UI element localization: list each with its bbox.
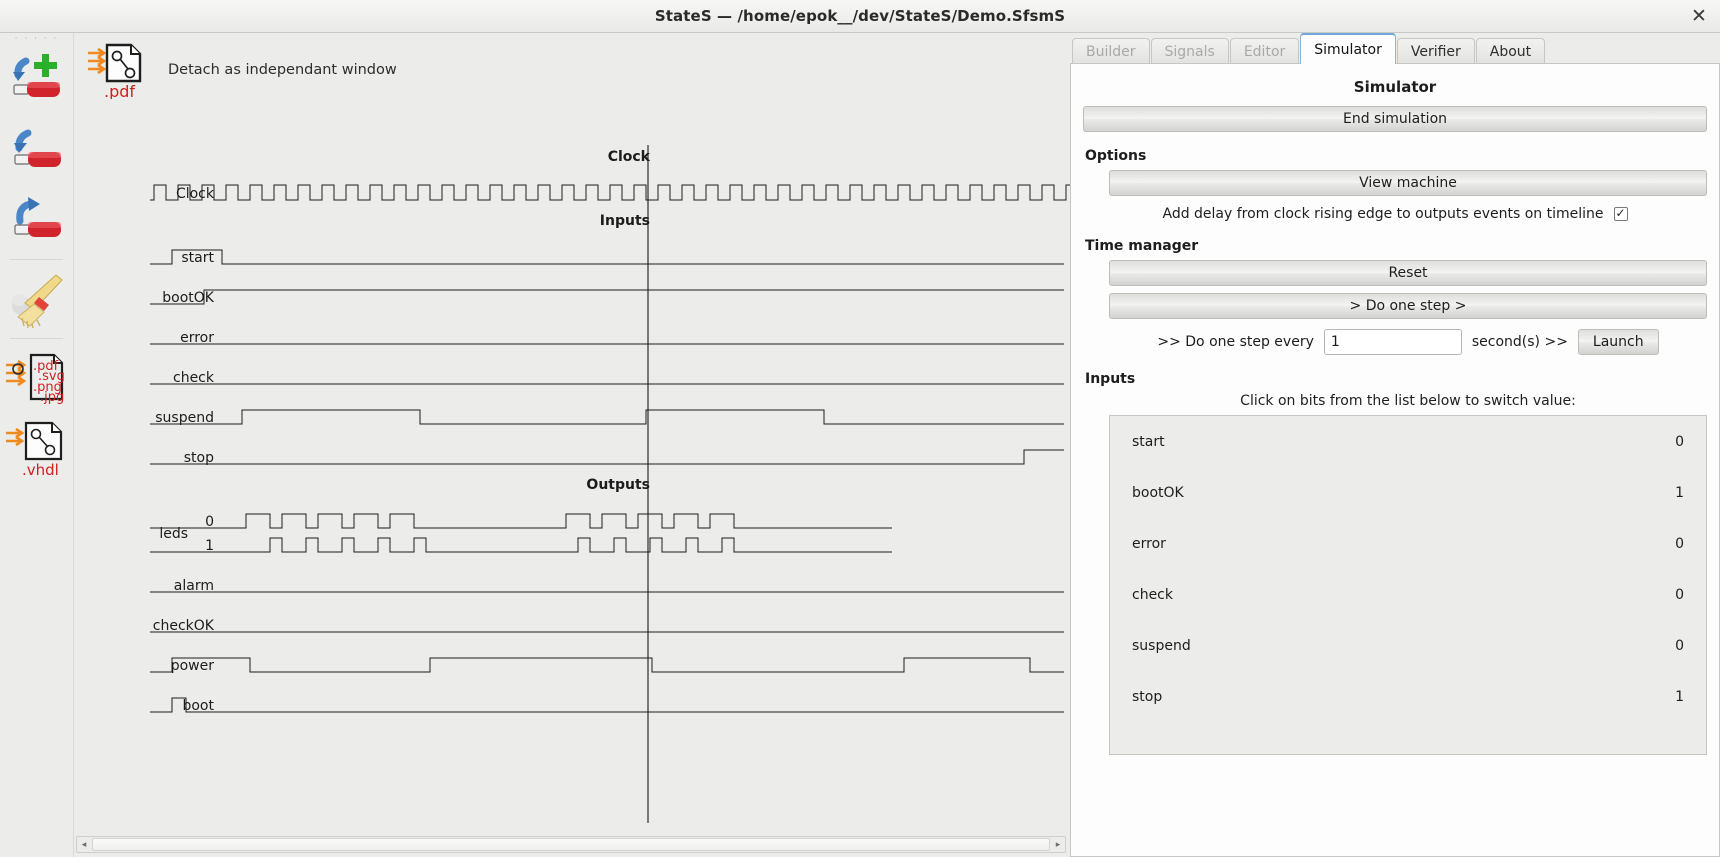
group-label-outputs: Outputs: [586, 477, 650, 493]
signal-labels: Clock start bootOK error check suspend s…: [153, 186, 215, 714]
scroll-thumb[interactable]: [92, 838, 1050, 851]
time-manager-heading: Time manager: [1085, 238, 1199, 254]
input-bit-name: error: [1132, 535, 1166, 552]
svg-text:.pdf: .pdf: [104, 82, 135, 99]
timeline-hscrollbar[interactable]: ◂ ▸: [76, 836, 1066, 853]
input-bit-row-stop[interactable]: stop 1: [1110, 671, 1706, 722]
svg-text:.vhdl: .vhdl: [22, 461, 59, 479]
delay-option-checkbox[interactable]: ✓: [1613, 206, 1628, 221]
broom-glyph: [11, 274, 63, 328]
input-bit-value[interactable]: 0: [1675, 434, 1684, 450]
rail-divider: [10, 259, 63, 260]
group-label-clock: Clock: [608, 149, 651, 165]
input-bit-row-suspend[interactable]: suspend 0: [1110, 620, 1706, 671]
clear-icon[interactable]: [0, 264, 73, 334]
input-bit-name: suspend: [1132, 637, 1191, 654]
close-icon[interactable]: ✕: [1686, 3, 1712, 29]
detach-as-window-button[interactable]: .pdf Detach as independant window: [84, 39, 397, 101]
export-image-icon[interactable]: .pdf .svg .png .jpg: [0, 343, 73, 413]
input-bit-name: stop: [1132, 688, 1163, 705]
scroll-right-icon[interactable]: ▸: [1051, 837, 1065, 852]
export-image-glyph: .pdf .svg .png .jpg: [5, 353, 64, 405]
input-bit-row-check[interactable]: check 0: [1110, 569, 1706, 620]
input-bit-row-start[interactable]: start 0: [1110, 416, 1706, 467]
tab-bar: Builder Signals Editor Simulator Verifie…: [1070, 33, 1720, 64]
right-dock: Builder Signals Editor Simulator Verifie…: [1070, 33, 1720, 857]
input-bit-value[interactable]: 1: [1675, 485, 1684, 501]
waveform-svg: Clock Inputs Outputs Clock start bootOK …: [150, 145, 1070, 823]
launch-button[interactable]: Launch: [1577, 329, 1659, 355]
input-bit-value[interactable]: 0: [1675, 536, 1684, 552]
wave-suspend: [150, 409, 1064, 425]
inputs-heading: Inputs: [1085, 371, 1136, 387]
wave-boot: [150, 697, 1064, 713]
states-application-window: StateS — /home/epok__/dev/StateS/Demo.Sf…: [0, 0, 1720, 857]
wave-bootOK: [150, 289, 1064, 305]
wave-stop: [150, 449, 1064, 465]
save-glyph: [13, 129, 61, 167]
save-icon[interactable]: [0, 115, 73, 185]
wave-power: [150, 657, 1064, 673]
group-label-inputs: Inputs: [600, 213, 650, 229]
export-vhdl-icon[interactable]: .vhdl: [0, 413, 73, 483]
rail-divider: [10, 338, 63, 339]
simulator-tab-panel: Simulator End simulation Options View ma…: [1070, 63, 1720, 857]
options-heading: Options: [1085, 148, 1147, 164]
input-bit-name: start: [1132, 433, 1165, 450]
rail-drag-handle[interactable]: · · · · ·: [0, 33, 73, 45]
window-title: StateS — /home/epok__/dev/StateS/Demo.Sf…: [654, 7, 1066, 25]
tab-simulator[interactable]: Simulator: [1300, 33, 1396, 64]
title-bar: StateS — /home/epok__/dev/StateS/Demo.Sf…: [0, 0, 1720, 33]
inputs-hint: Click on bits from the list below to swi…: [1240, 393, 1576, 409]
tab-about[interactable]: About: [1475, 38, 1546, 64]
input-bits-list[interactable]: start 0 bootOK 1 error 0 check 0 suspend: [1109, 415, 1707, 755]
svg-text:.jpg: .jpg: [40, 390, 64, 405]
delay-option-label: Add delay from clock rising edge to outp…: [1162, 206, 1604, 222]
input-bit-value[interactable]: 0: [1675, 587, 1684, 603]
detach-label: Detach as independant window: [168, 62, 397, 78]
wave-leds-1: [150, 537, 892, 553]
do-one-step-button[interactable]: > Do one step >: [1109, 293, 1707, 319]
wave-start: [150, 249, 1064, 265]
input-bit-row-error[interactable]: error 0: [1110, 518, 1706, 569]
simulator-heading: Simulator: [1353, 78, 1437, 96]
save-as-new-icon[interactable]: [0, 45, 73, 115]
timeline-panel: .pdf Detach as independant window Clock …: [74, 33, 1070, 857]
load-icon[interactable]: [0, 185, 73, 255]
wave-clock: [150, 184, 1070, 201]
delay-option-row: Add delay from clock rising edge to outp…: [1083, 206, 1707, 222]
input-bit-row-bootOK[interactable]: bootOK 1: [1110, 467, 1706, 518]
checkmark-icon: ✓: [1615, 206, 1626, 220]
scroll-left-icon[interactable]: ◂: [77, 837, 91, 852]
auto-step-row: >> Do one step every second(s) >> Launch: [1109, 329, 1707, 355]
svg-text:power: power: [171, 658, 215, 674]
end-simulation-button[interactable]: End simulation: [1083, 106, 1707, 132]
input-bit-value[interactable]: 0: [1675, 638, 1684, 654]
tab-editor: Editor: [1229, 38, 1300, 64]
reset-button[interactable]: Reset: [1109, 260, 1707, 286]
save-as-new-glyph: [12, 54, 60, 97]
input-bit-name: check: [1132, 586, 1173, 603]
tab-signals: Signals: [1150, 38, 1229, 64]
tab-verifier[interactable]: Verifier: [1396, 38, 1475, 64]
load-glyph: [13, 197, 61, 237]
waveform-canvas[interactable]: Clock Inputs Outputs Clock start bootOK …: [74, 105, 1070, 823]
tab-builder: Builder: [1072, 38, 1150, 64]
input-bit-name: bootOK: [1132, 484, 1184, 501]
auto-step-prefix-label: >> Do one step every: [1157, 334, 1314, 350]
auto-step-suffix-label: second(s) >>: [1471, 334, 1568, 350]
wave-leds-0: [150, 513, 892, 529]
export-vhdl-glyph: .vhdl: [5, 421, 62, 479]
input-bit-value[interactable]: 1: [1675, 689, 1684, 705]
detach-pdf-icon: .pdf: [88, 43, 142, 99]
svg-text:start: start: [181, 250, 214, 266]
view-machine-button[interactable]: View machine: [1109, 170, 1707, 196]
auto-step-interval-input[interactable]: [1323, 329, 1462, 355]
tool-rail: · · · · · .pdf .svg .png .jpg .vhdl: [0, 33, 74, 857]
